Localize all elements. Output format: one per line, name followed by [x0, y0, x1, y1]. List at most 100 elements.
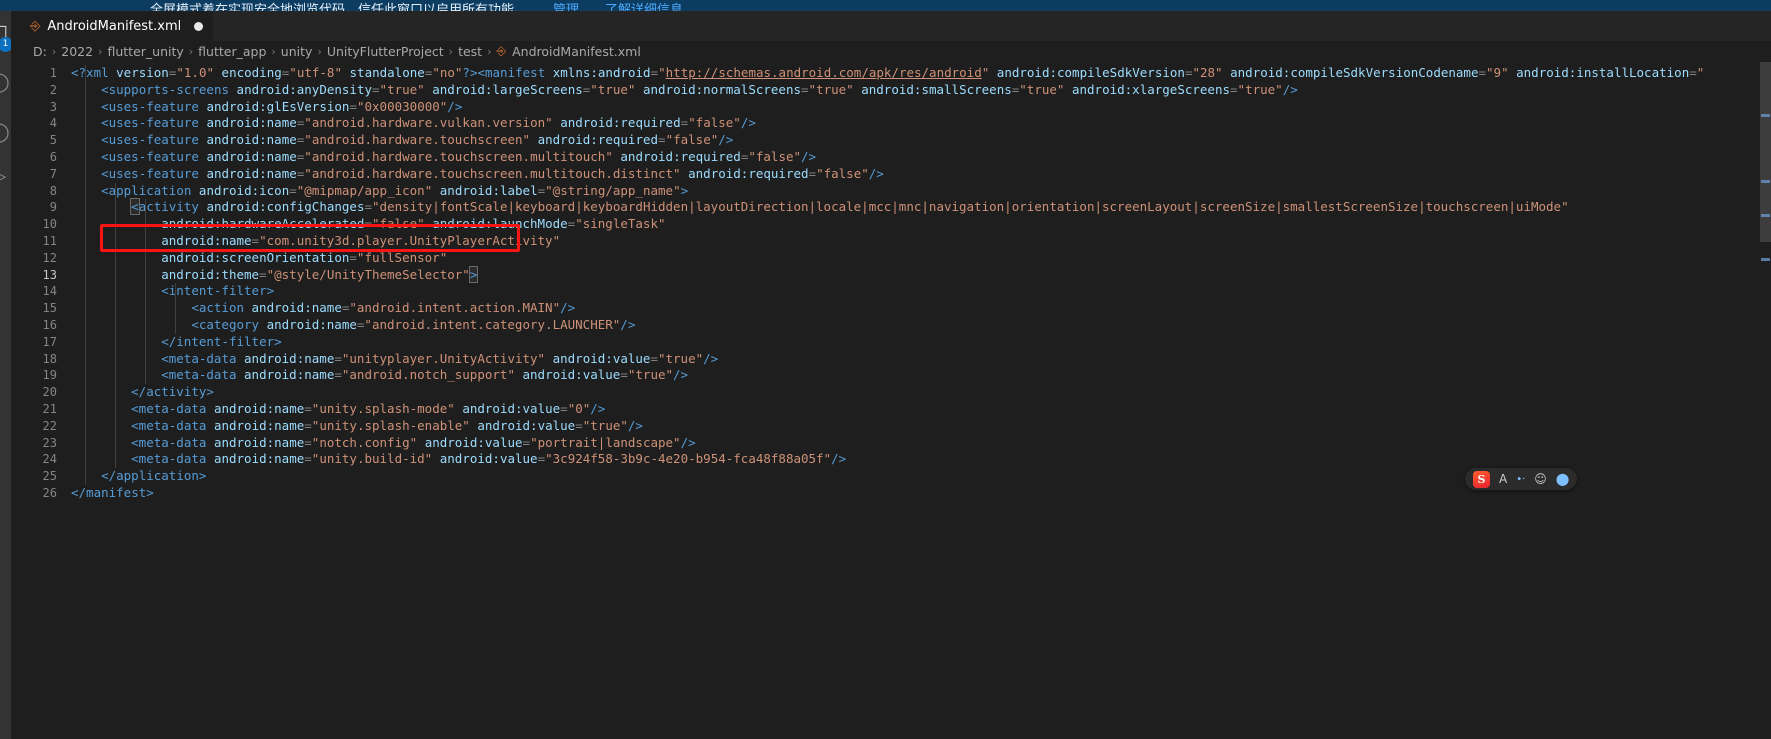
code-token: " [1696, 65, 1705, 80]
code-line[interactable]: <meta-data android:name="unity.splash-mo… [131, 401, 605, 418]
code-line[interactable]: <meta-data android:name="unityplayer.Uni… [161, 351, 718, 368]
code-line[interactable]: <uses-feature android:name="android.hard… [101, 115, 756, 132]
code-token: "portrait|landscape" [530, 434, 681, 450]
code-token: android:hardwareAccelerated [161, 216, 365, 232]
code-token: > [680, 182, 689, 198]
breadcrumb-item-2022[interactable]: 2022 [61, 44, 93, 59]
code-token: = [680, 115, 689, 131]
code-token: <meta-data [161, 350, 237, 366]
code-line[interactable]: <meta-data android:name="unity.splash-en… [131, 418, 643, 435]
code-token: "true" [379, 81, 425, 97]
code-line[interactable]: <meta-data android:name="unity.build-id"… [131, 451, 846, 468]
ime-floating-toolbar[interactable]: S A •· ☺ ⬤ [1465, 468, 1578, 490]
code-token: <intent-filter> [161, 283, 275, 299]
vertical-scrollbar[interactable] [1760, 62, 1771, 739]
code-token: /> [447, 98, 463, 114]
code-token: "false" [688, 115, 741, 131]
code-editor[interactable]: 1 2 3 4 5 6 7 8 9 10 11 12 13 14 15 16 17 18 19 20 21 22 23 24 2… [11, 62, 1771, 739]
code-line[interactable]: android:theme="@style/UnityThemeSelector… [161, 265, 479, 284]
code-token: <uses-feature [101, 98, 199, 114]
code-token: "android.intent.category.LAUNCHER" [364, 317, 621, 332]
code-token: = [334, 350, 342, 366]
code-line[interactable]: <intent-filter> [161, 283, 274, 300]
code-token: android:value [552, 350, 651, 366]
code-line[interactable]: android:screenOrientation="fullSensor" [161, 250, 447, 267]
code-line[interactable]: <uses-feature android:name="android.hard… [101, 166, 884, 183]
breadcrumb-item-flutter-unity[interactable]: flutter_unity [107, 44, 183, 59]
line-number: 12 [42, 250, 57, 265]
code-line[interactable]: <action android:name="android.intent.act… [191, 300, 575, 317]
code-token: /> [703, 350, 719, 366]
code-line[interactable]: <meta-data android:name="notch.config" a… [131, 435, 695, 452]
line-number: 14 [42, 284, 57, 299]
code-token: android:required [537, 132, 659, 148]
breadcrumb-item-file[interactable]: AndroidManifest.xml [512, 44, 641, 59]
code-token: /> [627, 417, 643, 433]
code-token: /> [590, 401, 606, 416]
code-line[interactable]: <activity android:configChanges="density… [130, 198, 1569, 216]
unsaved-changes-dot[interactable] [194, 22, 204, 31]
code-token: android:name [213, 434, 305, 450]
line-number: 10 [42, 217, 57, 232]
code-line[interactable]: </manifest> [71, 485, 154, 502]
code-token: "false" [665, 132, 719, 148]
breadcrumb-item-flutter-app[interactable]: flutter_app [198, 44, 266, 59]
code-line[interactable]: <?xml version = "1.0" encoding = "utf-8" sta… [71, 65, 1704, 82]
ime-punctuation-icon[interactable]: •· [1516, 474, 1525, 485]
code-line[interactable]: </intent-filter> [161, 334, 281, 351]
overview-ruler-mark [1761, 180, 1770, 183]
breadcrumb-separator-icon: › [317, 45, 322, 58]
code-token: android:smallScreens [861, 81, 1012, 97]
code-token: "false" [748, 149, 802, 164]
breadcrumb-item-drive[interactable]: D: [33, 44, 47, 59]
code-token: /> [680, 434, 696, 450]
code-line[interactable]: <uses-feature android:name="android.hard… [101, 149, 816, 166]
breadcrumb-item-test[interactable]: test [458, 44, 482, 59]
ime-voice-input-icon[interactable]: ⬤ [1556, 472, 1569, 486]
line-number: 1 [49, 66, 57, 80]
code-line[interactable]: android:name="com.unity3d.player.UnityPl… [161, 233, 560, 250]
code-token: = [1689, 65, 1697, 80]
activity-bar: ◫ 1 ◯ ◯ ▷ [0, 11, 13, 739]
code-line[interactable]: </activity> [131, 384, 214, 401]
code-line[interactable]: <uses-feature android:name="android.hard… [101, 132, 733, 149]
code-token: "@style/UnityThemeSelector" [266, 266, 470, 282]
code-line[interactable]: <category android:name="android.intent.c… [191, 317, 635, 334]
code-token: <uses-feature [101, 115, 199, 131]
code-token: version [116, 65, 169, 80]
tab-androidmanifest-xml[interactable]: ⎆ AndroidManifest.xml [11, 11, 215, 41]
code-line[interactable]: <meta-data android:name="android.notch_s… [161, 367, 688, 384]
code-token: "unity.splash-mode" [311, 401, 455, 416]
ime-emoji-icon[interactable]: ☺ [1534, 472, 1547, 486]
line-number: 15 [42, 301, 57, 316]
sogou-ime-logo-icon[interactable]: S [1473, 470, 1490, 488]
ime-language-mode-icon[interactable]: A [1499, 472, 1507, 486]
code-token: standalone [349, 65, 425, 80]
code-token: android:theme [161, 266, 260, 282]
breadcrumb-item-unityflutterproject[interactable]: UnityFlutterProject [327, 44, 444, 59]
code-token: "no" [432, 65, 463, 80]
code-line[interactable]: </application> [101, 468, 206, 485]
code-token: = [349, 249, 357, 265]
line-number: 25 [42, 469, 57, 484]
breadcrumb-item-unity[interactable]: unity [281, 44, 313, 59]
code-token: "true" [1019, 81, 1065, 97]
code-token: android:icon [198, 182, 290, 198]
code-content[interactable]: <?xml version = "1.0" encoding = "utf-8" sta… [71, 62, 1771, 739]
code-line[interactable]: <uses-feature android:glEsVersion="0x000… [101, 99, 462, 116]
code-line[interactable]: android:hardwareAccelerated="false" andr… [161, 216, 665, 233]
code-token: = [560, 401, 568, 416]
vscode-window: 全屏模式着在实现安全地浏览代码。信任此窗口以启用所有功能。 管理 了解详细信息 … [0, 0, 1771, 739]
code-line[interactable]: <supports-screens android:anyDensity="tr… [101, 82, 1298, 99]
code-token: = [658, 132, 666, 148]
code-token: "true" [582, 417, 628, 433]
code-line[interactable]: <application android:icon="@mipmap/app_i… [101, 183, 688, 200]
horizontal-scrollbar[interactable] [11, 729, 1760, 739]
